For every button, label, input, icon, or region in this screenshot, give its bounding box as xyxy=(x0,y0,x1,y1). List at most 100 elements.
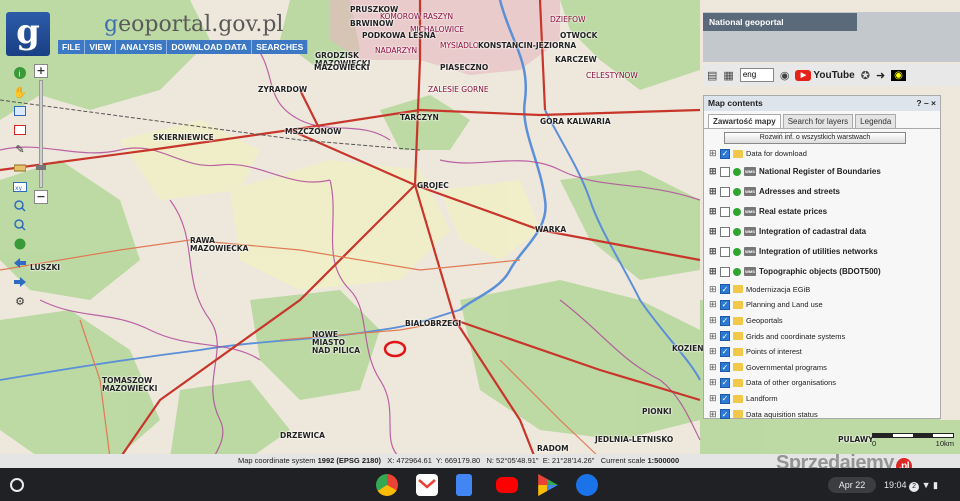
eye-icon[interactable]: ◉ xyxy=(891,69,906,81)
files-icon[interactable] xyxy=(576,474,598,496)
layer-row[interactable]: ⊞ ✓ Data aquisition status xyxy=(704,406,940,422)
language-select[interactable]: eng xyxy=(739,68,774,82)
layer-row[interactable]: ⊞ ✓ Planning and Land use xyxy=(704,297,940,313)
expand-layer-icon[interactable]: ⊞ xyxy=(709,377,717,388)
expand-layer-icon[interactable]: ⊞ xyxy=(709,409,717,420)
layer-checkbox[interactable]: ✓ xyxy=(720,331,730,342)
expand-layer-icon[interactable]: ⊞ xyxy=(709,299,717,310)
expand-layer-icon[interactable]: ⊞ xyxy=(709,362,717,373)
expand-layer-icon[interactable]: ⊞ xyxy=(709,266,717,277)
menu-file[interactable]: FILE xyxy=(58,40,86,54)
wms-service-icon: WMS xyxy=(744,247,756,257)
arrow-right-icon[interactable]: ➜ xyxy=(876,69,885,82)
expand-layer-icon[interactable]: ⊞ xyxy=(709,148,717,159)
layer-checkbox[interactable] xyxy=(720,186,730,197)
layer-row[interactable]: ⊞ WMS Real estate prices xyxy=(704,202,940,222)
gmail-icon[interactable] xyxy=(416,474,438,496)
zoom-track[interactable] xyxy=(36,80,46,188)
layer-row[interactable]: ⊞ ✓ Governmental programs xyxy=(704,360,940,376)
tab-search-layers[interactable]: Search for layers xyxy=(782,114,854,128)
zoom-out-button[interactable]: − xyxy=(34,190,48,204)
menu-analysis[interactable]: ANALYSIS xyxy=(116,40,168,54)
layer-checkbox[interactable]: ✓ xyxy=(720,377,730,388)
chrome-icon[interactable] xyxy=(376,474,398,496)
launcher-icon[interactable] xyxy=(10,478,24,492)
town-label: GROJEC xyxy=(417,181,449,190)
layer-checkbox[interactable]: ✓ xyxy=(720,284,730,295)
zoom-in-tool-icon[interactable] xyxy=(10,197,30,215)
info-icon[interactable]: i xyxy=(10,64,30,82)
layer-checkbox[interactable] xyxy=(720,246,730,257)
coordinates-icon[interactable]: xy xyxy=(10,178,30,196)
national-geoportal-banner[interactable]: National geoportal xyxy=(703,13,857,31)
layer-checkbox[interactable]: ✓ xyxy=(720,409,730,420)
panel-window-controls[interactable]: ? – × xyxy=(916,98,936,109)
full-extent-globe-icon[interactable] xyxy=(10,235,30,253)
help-icon[interactable]: ◉ xyxy=(780,69,790,82)
expand-layer-icon[interactable]: ⊞ xyxy=(709,246,717,257)
youtube-app-icon[interactable] xyxy=(496,477,518,493)
draw-pencil-icon[interactable]: ✎ xyxy=(10,140,30,158)
expand-layer-icon[interactable]: ⊞ xyxy=(709,206,717,217)
tab-legend[interactable]: Legenda xyxy=(855,114,897,128)
expand-layer-icon[interactable]: ⊞ xyxy=(709,186,717,197)
layer-checkbox[interactable]: ✓ xyxy=(720,393,730,404)
expand-layer-icon[interactable]: ⊞ xyxy=(709,346,717,357)
layer-row[interactable]: ⊞ ✓ Grids and coordinate systems xyxy=(704,328,940,344)
layer-checkbox[interactable]: ✓ xyxy=(720,346,730,357)
layer-row[interactable]: ⊞ WMS Adresses and streets xyxy=(704,182,940,202)
menu-view[interactable]: VIEW xyxy=(85,40,117,54)
docs-icon[interactable] xyxy=(456,474,472,496)
layer-row[interactable]: ⊞ ✓ Landform xyxy=(704,391,940,407)
geoportal-logo[interactable]: g xyxy=(6,12,50,56)
layer-checkbox[interactable]: ✓ xyxy=(720,362,730,373)
layer-checkbox[interactable] xyxy=(720,206,730,217)
clear-selection-icon[interactable] xyxy=(10,121,30,139)
layer-checkbox[interactable] xyxy=(720,166,730,177)
layer-row[interactable]: ⊞ ✓ Modernizacja EGiB xyxy=(704,282,940,298)
print-icon[interactable]: ▤ xyxy=(707,69,717,82)
measure-ruler-icon[interactable] xyxy=(10,159,30,177)
layer-row[interactable]: ⊞ ✓ Data of other organisations xyxy=(704,375,940,391)
expand-layer-icon[interactable]: ⊞ xyxy=(709,226,717,237)
coordinate-system-value[interactable]: 1992 (EPSG 2180) xyxy=(318,456,381,465)
youtube-link[interactable]: ▶ YouTube xyxy=(795,69,855,81)
zoom-out-tool-icon[interactable] xyxy=(10,216,30,234)
expand-layer-icon[interactable]: ⊞ xyxy=(709,315,717,326)
select-area-icon[interactable] xyxy=(10,102,30,120)
expand-layer-icon[interactable]: ⊞ xyxy=(709,331,717,342)
date-pill[interactable]: Apr 22 xyxy=(828,477,876,493)
layer-row[interactable]: ⊞ WMS Integration of cadastral data xyxy=(704,222,940,242)
layer-row[interactable]: ⊞ WMS Topographic objects (BDOT500) xyxy=(704,262,940,282)
menu-download-data[interactable]: DOWNLOAD DATA xyxy=(167,40,253,54)
zoom-thumb[interactable] xyxy=(36,165,46,170)
service-icon[interactable]: ▦ xyxy=(723,69,733,82)
pan-hand-icon[interactable]: ✋ xyxy=(10,83,30,101)
accessibility-icon[interactable]: ✪ xyxy=(861,69,870,82)
system-clock[interactable]: 19:04 2 ▼ ▮ xyxy=(884,477,938,493)
zoom-in-button[interactable]: + xyxy=(34,64,48,78)
layer-checkbox[interactable] xyxy=(720,226,730,237)
layer-row[interactable]: ⊞ ✓ Points of interest xyxy=(704,344,940,360)
layer-row[interactable]: ⊞ WMS Integration of utilities networks xyxy=(704,242,940,262)
layer-checkbox[interactable]: ✓ xyxy=(720,299,730,310)
layer-checkbox[interactable]: ✓ xyxy=(720,315,730,326)
next-view-arrow-icon[interactable] xyxy=(10,273,30,291)
expand-layer-icon[interactable]: ⊞ xyxy=(709,393,717,404)
scale-value: 1:500000 xyxy=(647,456,680,465)
town-label: KONSTANCIN-JEZIORNA xyxy=(478,41,577,50)
layer-checkbox[interactable] xyxy=(720,266,730,277)
layer-checkbox[interactable]: ✓ xyxy=(720,148,730,159)
expand-layer-icon[interactable]: ⊞ xyxy=(709,284,717,295)
expand-all-layers-button[interactable]: Rozwiń inf. o wszystkich warstwach xyxy=(724,132,906,144)
menu-searches[interactable]: SEARCHES xyxy=(252,40,309,54)
tab-map-contents[interactable]: Zawartość mapy xyxy=(708,114,781,128)
layer-row[interactable]: ⊞ ✓ Data for download xyxy=(704,146,940,162)
zoom-slider[interactable]: + − xyxy=(34,64,48,204)
layer-row[interactable]: ⊞ ✓ Geoportals xyxy=(704,313,940,329)
expand-layer-icon[interactable]: ⊞ xyxy=(709,166,717,177)
layer-row[interactable]: ⊞ WMS National Register of Boundaries xyxy=(704,162,940,182)
notification-badge[interactable]: 2 xyxy=(909,482,920,492)
settings-gear-icon[interactable]: ⚙ xyxy=(10,292,30,310)
previous-view-arrow-icon[interactable] xyxy=(10,254,30,272)
